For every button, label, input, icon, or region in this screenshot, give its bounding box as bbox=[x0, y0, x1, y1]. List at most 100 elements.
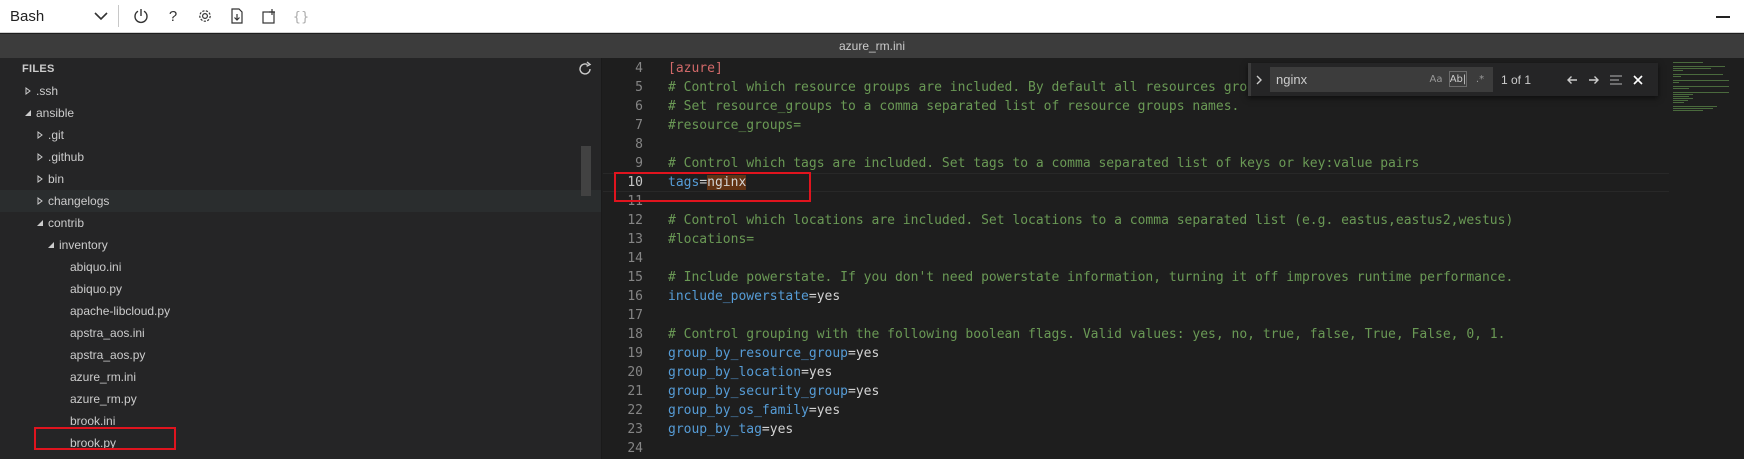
line-code: [azure] bbox=[668, 61, 723, 76]
editor-title: azure_rm.ini bbox=[0, 34, 1744, 58]
find-widget: nginx Aa Ab| .* 1 of 1 bbox=[1248, 63, 1658, 96]
line-code: group_by_tag=yes bbox=[668, 422, 793, 437]
previous-match-button[interactable] bbox=[1561, 69, 1583, 91]
folder-item[interactable]: contrib bbox=[0, 212, 601, 234]
code-line[interactable]: 8 bbox=[603, 135, 1669, 154]
line-number: 21 bbox=[627, 384, 643, 399]
expanded-triangle-icon bbox=[45, 239, 57, 251]
code-line[interactable]: 21 group_by_security_group=yes bbox=[603, 382, 1669, 401]
code-token: # Control which locations are included. … bbox=[668, 213, 1514, 228]
restart-button[interactable] bbox=[125, 0, 157, 33]
arrow-right-icon bbox=[1589, 75, 1599, 84]
code-token: include_powerstate bbox=[668, 289, 809, 304]
code-line[interactable]: 16 include_powerstate=yes bbox=[603, 287, 1669, 306]
minimap-line bbox=[1673, 98, 1693, 99]
code-line[interactable]: 23 group_by_tag=yes bbox=[603, 420, 1669, 439]
code-token: = bbox=[801, 365, 809, 380]
code-line[interactable]: 15 # Include powerstate. If you don't nee… bbox=[603, 268, 1669, 287]
file-item[interactable]: apache-libcloud.py bbox=[0, 300, 601, 322]
code-line[interactable]: 19 group_by_resource_group=yes bbox=[603, 344, 1669, 363]
line-number: 7 bbox=[635, 118, 643, 133]
file-item[interactable]: abiquo.ini bbox=[0, 256, 601, 278]
line-number: 4 bbox=[635, 61, 643, 76]
minimap-line bbox=[1673, 74, 1723, 75]
folder-item[interactable]: bin bbox=[0, 168, 601, 190]
line-number: 23 bbox=[627, 422, 643, 437]
code-token: # Include powerstate. If you don't need … bbox=[668, 270, 1514, 285]
minimap-line bbox=[1673, 76, 1681, 77]
code-line[interactable]: 20 group_by_location=yes bbox=[603, 363, 1669, 382]
settings-button[interactable] bbox=[189, 0, 221, 33]
files-header-label: FILES bbox=[22, 63, 55, 75]
selected-file-highlight bbox=[34, 427, 176, 450]
code-token: yes bbox=[816, 403, 841, 418]
close-find-button[interactable] bbox=[1627, 69, 1649, 91]
toggle-replace-button[interactable] bbox=[1248, 63, 1266, 96]
line-number: 9 bbox=[635, 156, 643, 171]
find-in-selection-button[interactable] bbox=[1605, 69, 1627, 91]
code-line[interactable]: 24 bbox=[603, 439, 1669, 458]
code-line[interactable]: 12 # Control which locations are included… bbox=[603, 211, 1669, 230]
code-line[interactable]: 14 bbox=[603, 249, 1669, 268]
minimap-line bbox=[1673, 96, 1689, 97]
folder-item[interactable]: .git bbox=[0, 124, 601, 146]
chevron-down-icon bbox=[90, 5, 112, 27]
close-icon bbox=[1633, 74, 1643, 85]
match-case-toggle[interactable]: Aa bbox=[1427, 71, 1445, 87]
code-line[interactable]: 7 #resource_groups= bbox=[603, 116, 1669, 135]
editor-button[interactable]: {} bbox=[285, 0, 317, 33]
files-sidebar: FILES .ssh ansible .git .github bin changelog… bbox=[0, 58, 602, 459]
settings-icon bbox=[199, 10, 211, 22]
help-icon: ? bbox=[169, 8, 177, 24]
upload-download-button[interactable] bbox=[221, 0, 253, 33]
sidebar-scrollbar[interactable] bbox=[581, 146, 591, 196]
code-line[interactable]: 13 #locations= bbox=[603, 230, 1669, 249]
line-number: 15 bbox=[627, 270, 643, 285]
code-line[interactable]: 22 group_by_os_family=yes bbox=[603, 401, 1669, 420]
file-item[interactable]: apstra_aos.py bbox=[0, 344, 601, 366]
code-line[interactable]: 9 # Control which tags are included. Set … bbox=[603, 154, 1669, 173]
refresh-button[interactable] bbox=[577, 61, 593, 77]
code-token: group_by_os_family bbox=[668, 403, 809, 418]
shell-type-select[interactable]: Bash bbox=[0, 0, 112, 33]
code-token: yes bbox=[769, 422, 794, 437]
folder-item[interactable]: changelogs bbox=[0, 190, 601, 212]
expanded-triangle-icon bbox=[22, 107, 34, 119]
code-line[interactable]: 6 # Set resource_groups to a comma separa… bbox=[603, 97, 1669, 116]
code-token: group_by_location bbox=[668, 365, 802, 380]
code-token: #resource_groups= bbox=[668, 118, 802, 133]
file-item[interactable]: apstra_aos.ini bbox=[0, 322, 601, 344]
next-match-button[interactable] bbox=[1583, 69, 1605, 91]
folder-item[interactable]: .ssh bbox=[0, 80, 601, 102]
help-button[interactable]: ? bbox=[157, 0, 189, 33]
whole-word-toggle[interactable]: Ab| bbox=[1449, 71, 1467, 87]
line-number: 5 bbox=[635, 80, 643, 95]
minimize-button[interactable] bbox=[1716, 16, 1730, 18]
files-header: FILES bbox=[0, 58, 601, 80]
minimap-line bbox=[1673, 88, 1689, 89]
file-item[interactable]: abiquo.py bbox=[0, 278, 601, 300]
folder-item[interactable]: ansible bbox=[0, 102, 601, 124]
open-new-session-button[interactable] bbox=[253, 0, 285, 33]
minimap-line bbox=[1673, 102, 1684, 103]
folder-item[interactable]: .github bbox=[0, 146, 601, 168]
code-token: [azure] bbox=[668, 61, 723, 76]
tree-item-label: .ssh bbox=[36, 84, 59, 98]
code-line[interactable]: 18 # Control grouping with the following … bbox=[603, 325, 1669, 344]
minimap[interactable] bbox=[1669, 58, 1744, 459]
minimap-line bbox=[1673, 108, 1713, 109]
line-number: 22 bbox=[627, 403, 643, 418]
code-line[interactable]: 17 bbox=[603, 306, 1669, 325]
code-token: # Set resource_groups to a comma separat… bbox=[668, 99, 1240, 114]
file-item[interactable]: azure_rm.py bbox=[0, 388, 601, 410]
file-item[interactable]: azure_rm.ini bbox=[0, 366, 601, 388]
minimap-line bbox=[1673, 94, 1693, 95]
regex-toggle[interactable]: .* bbox=[1471, 71, 1489, 87]
folder-item[interactable]: inventory bbox=[0, 234, 601, 256]
code-editor[interactable]: 4 [azure] 5 # Control which resource groups… bbox=[603, 58, 1744, 459]
collapsed-triangle-icon bbox=[34, 173, 46, 185]
find-input[interactable]: nginx Aa Ab| .* bbox=[1270, 67, 1493, 92]
code-token: = bbox=[848, 346, 856, 361]
collapsed-triangle-icon bbox=[34, 195, 46, 207]
minimap-line bbox=[1673, 62, 1703, 63]
